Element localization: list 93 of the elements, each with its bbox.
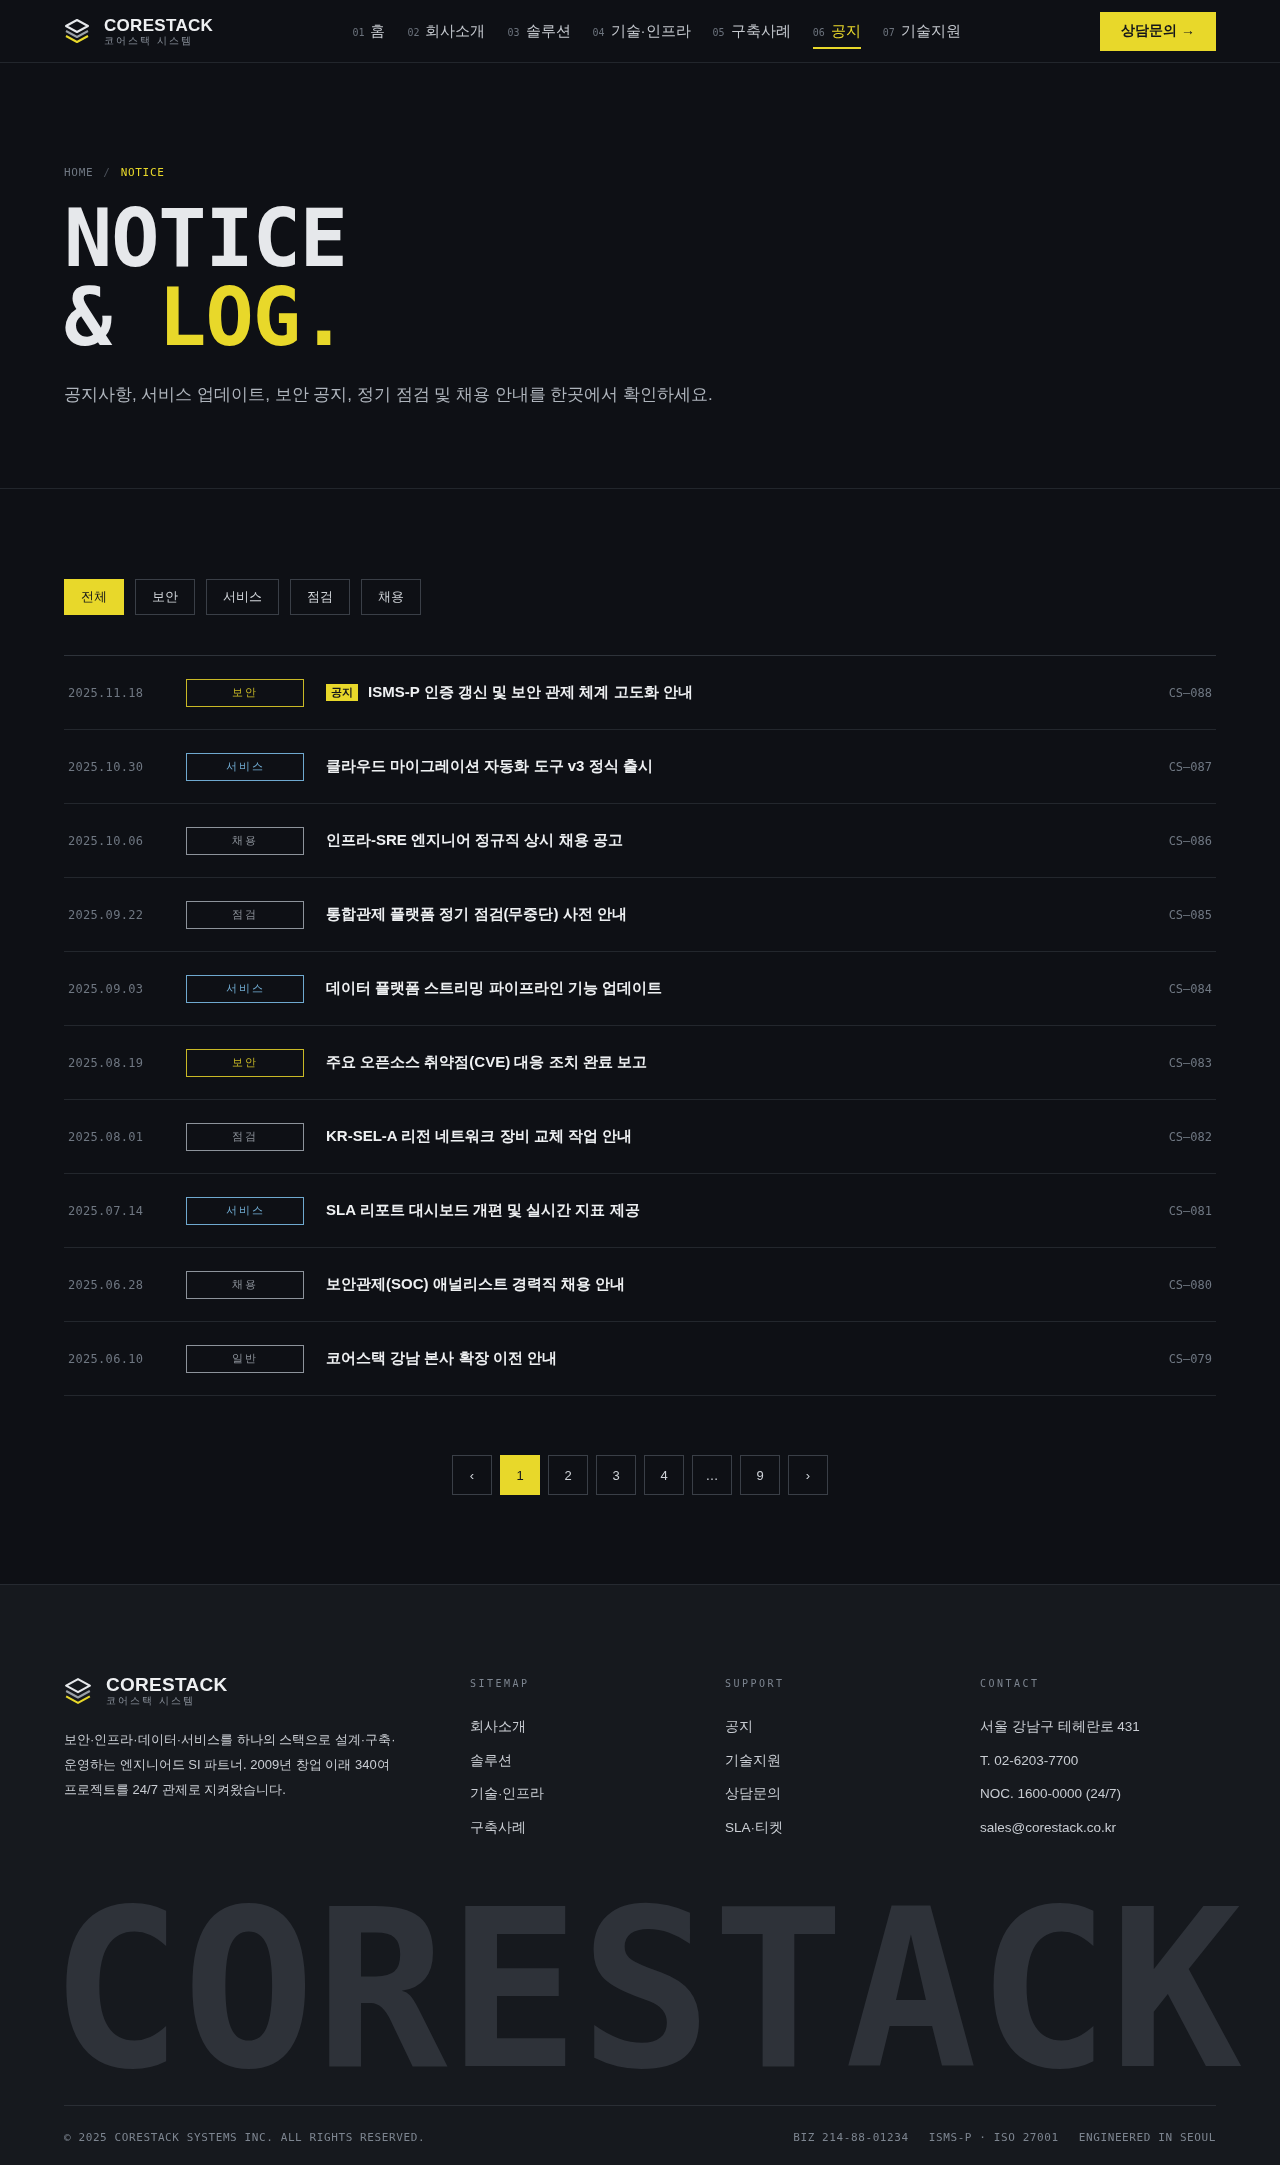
breadcrumb-link[interactable]: NOTICE [120, 165, 165, 181]
footer-link[interactable]: 회사소개 [470, 1717, 526, 1737]
notice-code: CS—084 [1168, 981, 1212, 996]
pagination-button[interactable]: 9 [740, 1455, 780, 1495]
layers-icon[interactable] [64, 18, 90, 44]
nav-link[interactable]: 06 공지 [812, 13, 861, 49]
contact-text: T. 02-6203-7700 [980, 1751, 1079, 1770]
contact-button[interactable]: 상담문의 → [1100, 11, 1216, 51]
pagination-button[interactable]: 3 [596, 1455, 636, 1495]
footer-link[interactable]: 상담문의 [725, 1784, 781, 1804]
date-text: 2025.07.14 [68, 1203, 145, 1218]
brand-name: CORESTACK [104, 15, 214, 35]
nav-link[interactable]: 05 구축사례 [712, 13, 791, 49]
notice-code: CS—080 [1168, 1277, 1212, 1292]
category-tag: 점검 [186, 1122, 304, 1151]
contact-text: NOC. 1600-0000 (24/7) [980, 1785, 1122, 1803]
pagination-button[interactable]: 2 [548, 1455, 588, 1495]
notice-title-link[interactable]: 통합관제 플랫폼 정기 점검(무중단) 사전 안내 [326, 905, 627, 924]
filter-tab[interactable]: 보안 [135, 579, 195, 615]
breadcrumb-separator: / [103, 165, 111, 181]
date-text: 2025.09.22 [68, 907, 145, 922]
contact-text: 서울 강남구 테헤란로 431 [980, 1718, 1140, 1736]
nav-link[interactable]: 04 기술·인프라 [592, 13, 691, 49]
contact-text: sales@corestack.co.kr [980, 1818, 1116, 1837]
nav-link[interactable]: 02 회사소개 [407, 13, 486, 49]
footer-info-text: BIZ 214-88-01234 [793, 2130, 909, 2144]
nav-link[interactable]: 03 솔루션 [507, 13, 571, 49]
column-heading: SITEMAP [470, 1677, 531, 1691]
date-text: 2025.10.30 [68, 759, 145, 774]
nav-link[interactable]: 01 홈 [352, 13, 386, 49]
notice-title-link[interactable]: 보안관제(SOC) 애널리스트 경력직 채용 안내 [326, 1275, 626, 1294]
footer-link[interactable]: 솔루션 [470, 1750, 512, 1771]
copyright-text: © 2025 CORESTACK SYSTEMS INC. ALL RIGHTS RESERVED. [64, 2130, 426, 2144]
footer-info-text: ENGINEERED IN SEOUL [1078, 2130, 1216, 2144]
nav-link[interactable]: 07 기술지원 [882, 13, 961, 49]
notice-code: CS—085 [1168, 907, 1212, 922]
notice-title-link[interactable]: 코어스택 강남 본사 확장 이전 안내 [326, 1349, 557, 1368]
notice-title-link[interactable]: SLA 리포트 대시보드 개편 및 실시간 지표 제공 [326, 1201, 640, 1220]
filter-tab[interactable]: 전체 [64, 579, 124, 615]
category-tag: 채용 [186, 826, 304, 855]
category-tag: 서비스 [186, 752, 304, 781]
column-heading: SUPPORT [725, 1677, 786, 1691]
pagination-button[interactable]: ‹ [452, 1455, 492, 1495]
footer-link[interactable]: 기술지원 [725, 1750, 781, 1771]
category-tag: 서비스 [186, 974, 304, 1003]
notice-title-link[interactable]: 인프라-SRE 엔지니어 정규직 상시 채용 공고 [326, 831, 623, 850]
pagination-button[interactable]: … [692, 1455, 732, 1495]
notice-code: CS—088 [1168, 685, 1212, 700]
page-title: NOTICE & LOG. [64, 199, 348, 357]
notice-code: CS—086 [1168, 833, 1212, 848]
notice-code: CS—087 [1168, 759, 1212, 774]
filter-tab[interactable]: 점검 [290, 579, 350, 615]
notice-title-link[interactable]: 데이터 플랫폼 스트리밍 파이프라인 기능 업데이트 [326, 979, 662, 998]
notice-title-link[interactable]: 클라우드 마이그레이션 자동화 도구 v3 정식 출시 [326, 757, 653, 776]
date-text: 2025.10.06 [68, 833, 145, 848]
notice-badge: 공지 [326, 684, 358, 701]
footer-link[interactable]: SLA·티켓 [725, 1817, 783, 1838]
notice-title-link[interactable]: ISMS-P 인증 갱신 및 보안 관제 체계 고도화 안내 [368, 683, 693, 702]
notice-title-link[interactable]: 주요 오픈소스 취약점(CVE) 대응 조치 완료 보고 [326, 1053, 647, 1072]
category-tag: 점검 [186, 900, 304, 929]
category-tag: 서비스 [186, 1196, 304, 1225]
notice-title-link[interactable]: KR-SEL-A 리전 네트워크 장비 교체 작업 안내 [326, 1127, 633, 1146]
footer-info-text: ISMS-P · ISO 27001 [928, 2130, 1059, 2144]
pagination-button[interactable]: 4 [644, 1455, 684, 1495]
footer-link[interactable]: 공지 [725, 1717, 753, 1737]
pagination-button[interactable]: › [788, 1455, 828, 1495]
footer-link[interactable]: 구축사례 [470, 1817, 526, 1838]
date-text: 2025.06.28 [68, 1277, 145, 1292]
filter-tab[interactable]: 서비스 [206, 579, 279, 615]
brand-tagline: 코어스택 시스템 [104, 34, 194, 47]
category-tag: 보안 [186, 1048, 304, 1077]
date-text: 2025.08.19 [68, 1055, 145, 1070]
date-text: 2025.11.18 [68, 685, 145, 700]
notice-code: CS—081 [1168, 1203, 1212, 1218]
category-tag: 채용 [186, 1270, 304, 1299]
brand-tagline: 코어스택 시스템 [106, 1695, 196, 1707]
date-text: 2025.09.03 [68, 981, 145, 996]
company-description: 보안·인프라·데이터·서비스를 하나의 스택으로 설계·구축·운영하는 엔지니어드 SI 파트너. 2009년 창업 이래 340여 프로젝트를 24/7 관제로 지켜왔습니다. [64, 1731, 397, 1799]
footer-link[interactable]: 기술·인프라 [470, 1784, 545, 1804]
notice-code: CS—083 [1168, 1055, 1212, 1070]
date-text: 2025.08.01 [68, 1129, 145, 1144]
category-tag: 일반 [186, 1344, 304, 1373]
page-description: 공지사항, 서비스 업데이트, 보안 공지, 정기 점검 및 채용 안내를 한곳에서 확인하세요. [64, 384, 714, 406]
filter-tab[interactable]: 채용 [361, 579, 421, 615]
date-text: 2025.06.10 [68, 1351, 145, 1366]
category-tag: 보안 [186, 678, 304, 707]
breadcrumb-link[interactable]: HOME [64, 165, 94, 181]
notice-code: CS—079 [1168, 1351, 1212, 1366]
pagination-button[interactable]: 1 [500, 1455, 540, 1495]
layers-icon [64, 1676, 92, 1705]
notice-code: CS—082 [1168, 1129, 1212, 1144]
brand-name: CORESTACK [106, 1674, 228, 1695]
column-heading: CONTACT [980, 1677, 1041, 1691]
